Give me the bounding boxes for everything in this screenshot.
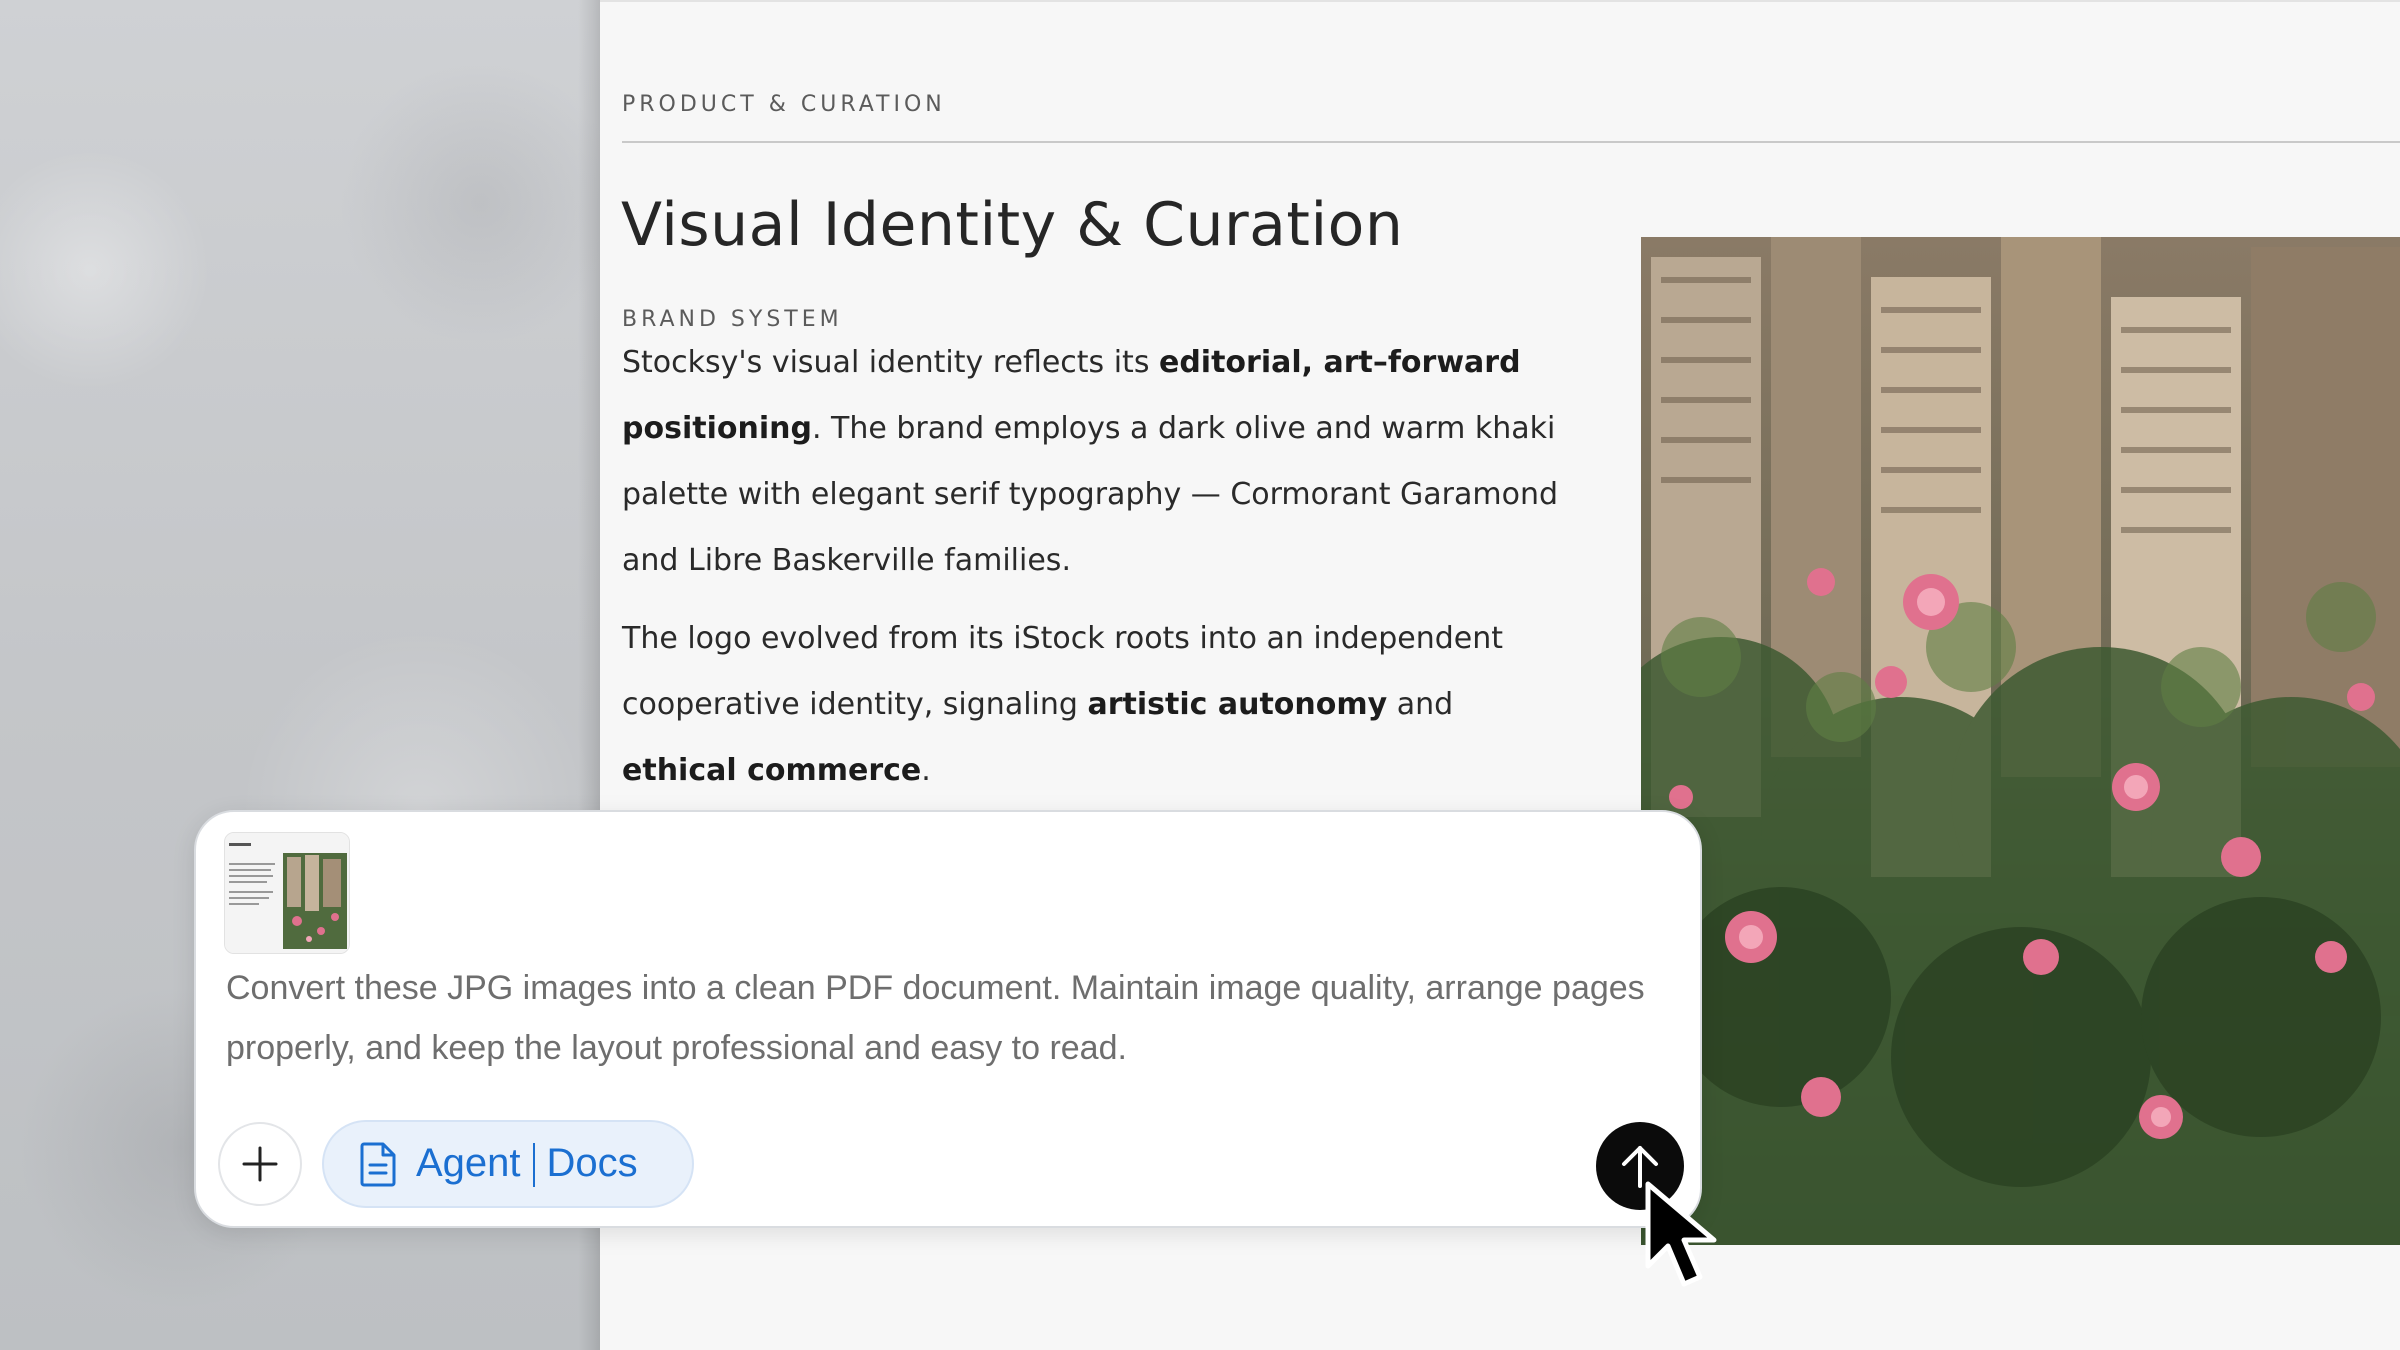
paragraph-text: and: [1387, 687, 1454, 722]
page-title: Visual Identity & Curation: [621, 190, 1404, 260]
agent-label: Agent: [416, 1140, 521, 1185]
paragraph-brand-system: Stocksy's visual identity reflects its e…: [622, 330, 1572, 594]
agent-docs-chip[interactable]: Agent Docs: [322, 1120, 694, 1208]
docs-label: Docs: [546, 1140, 638, 1185]
section-label: PRODUCT & CURATION: [622, 92, 946, 117]
agent-chip-label: Agent Docs: [416, 1140, 638, 1188]
paragraph-text: Stocksy's visual identity reflects its: [622, 345, 1159, 380]
mouse-cursor-icon: [1645, 1181, 1717, 1287]
city-flowers-photo: [1641, 237, 2400, 1245]
paragraph-bold-text: artistic autonomy: [1087, 687, 1388, 722]
section-divider: [622, 141, 2400, 143]
prompt-input[interactable]: Convert these JPG images into a clean PD…: [226, 958, 1666, 1078]
attachment-thumbnail[interactable]: [224, 832, 350, 954]
document-icon: [358, 1141, 398, 1187]
chat-composer[interactable]: Convert these JPG images into a clean PD…: [194, 810, 1702, 1228]
subsection-label: BRAND SYSTEM: [622, 307, 843, 332]
document-thumbnail-icon: [225, 833, 349, 953]
plus-icon: [242, 1146, 278, 1182]
add-attachment-button[interactable]: [218, 1122, 302, 1206]
chip-separator: [532, 1143, 535, 1188]
paragraph-text: .: [921, 753, 931, 788]
paragraph-logo: The logo evolved from its iStock roots i…: [622, 606, 1572, 804]
paragraph-bold-text: ethical commerce: [622, 753, 922, 788]
page-top-border: [600, 0, 2400, 2]
